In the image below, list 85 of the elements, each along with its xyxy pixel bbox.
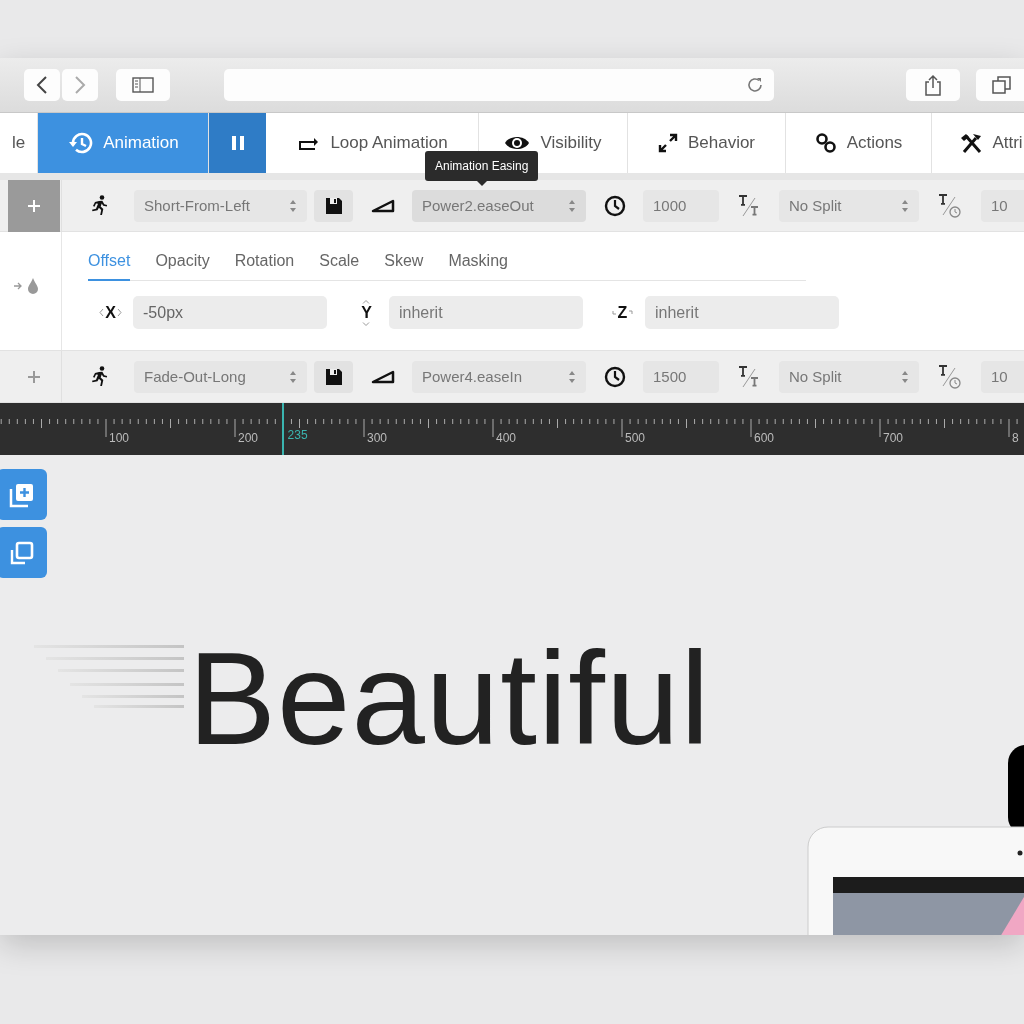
updown-arrows-icon — [289, 369, 297, 384]
ruler-label: 700 — [883, 431, 904, 445]
easing-select[interactable]: Power2.easeOut — [412, 189, 586, 222]
text-split-icon — [737, 364, 761, 389]
axis-label: Z — [617, 304, 628, 321]
property-tab[interactable]: Offset — [88, 249, 131, 281]
updown-arrows-icon — [289, 198, 297, 213]
tools-icon — [960, 132, 983, 154]
easing-curve-icon — [370, 369, 395, 384]
ruler-label: 300 — [367, 431, 388, 445]
headline-text: Beautiful — [188, 633, 711, 765]
property-tab[interactable]: Opacity — [155, 249, 210, 281]
save-button[interactable] — [314, 189, 353, 222]
tooltip-pointer-icon — [476, 181, 487, 186]
tabs-button[interactable] — [976, 69, 1024, 101]
offset-input[interactable]: -50px — [133, 296, 327, 329]
stagger-input[interactable]: 10 — [981, 360, 1024, 393]
updown-arrows-icon — [568, 198, 576, 213]
overlapping-squares-icon — [992, 75, 1012, 95]
caret-down-icon — [362, 321, 371, 326]
pause-icon — [230, 135, 245, 151]
caret-up-icon — [362, 299, 371, 304]
ruler-label: 8 — [1012, 431, 1019, 445]
offset-input[interactable]: inherit — [645, 296, 839, 329]
ruler-label: 400 — [496, 431, 517, 445]
history-icon — [67, 131, 94, 155]
split-select[interactable]: No Split — [779, 189, 919, 222]
tooltip: Animation Easing — [425, 151, 539, 181]
ruler-label: 100 — [109, 431, 130, 445]
expand-icon — [657, 133, 678, 153]
axis-label: X — [105, 304, 116, 321]
animation-select[interactable]: Fade-Out-Long — [134, 360, 307, 393]
easing-select[interactable]: Power4.easeIn — [412, 360, 586, 393]
updown-arrows-icon — [568, 369, 576, 384]
loop-icon — [296, 135, 321, 151]
caret-right-icon — [116, 308, 122, 317]
text-delay-icon — [937, 363, 963, 390]
duration-input[interactable]: 1500 — [643, 360, 719, 393]
sidebar-button[interactable] — [116, 69, 170, 101]
ruler-label: 600 — [754, 431, 775, 445]
corner-bracket-icon — [628, 310, 634, 315]
pause-button[interactable] — [209, 113, 266, 173]
plus-icon — [27, 198, 41, 213]
share-icon — [924, 74, 942, 96]
back-button[interactable] — [24, 69, 60, 101]
timeline-ruler[interactable]: 100 200 235 300 400 500 600 700 8 — [0, 403, 1024, 455]
add-button[interactable] — [8, 179, 60, 232]
easing-curve-icon — [370, 198, 395, 213]
axis-label: Y — [361, 304, 372, 321]
playhead-label: 235 — [287, 428, 308, 442]
corner-bracket-icon — [611, 310, 617, 315]
property-tab[interactable]: Masking — [448, 249, 508, 281]
share-button[interactable] — [906, 69, 960, 101]
chevron-left-icon — [36, 75, 48, 95]
split-select[interactable]: No Split — [779, 360, 919, 393]
clock-icon — [603, 365, 626, 388]
duplicate-button[interactable] — [0, 527, 47, 578]
sidebar-icon — [132, 77, 154, 93]
clock-icon — [603, 194, 626, 217]
arrow-icon — [13, 281, 23, 291]
save-button[interactable] — [314, 360, 353, 393]
text-split-icon — [737, 193, 761, 218]
animation-select[interactable]: Short-From-Left — [134, 189, 307, 222]
property-tab[interactable]: Scale — [319, 249, 360, 281]
stagger-input[interactable]: 10 — [981, 189, 1024, 222]
duplicate-icon — [9, 539, 35, 566]
eye-icon — [504, 135, 531, 151]
ruler-label: 200 — [238, 431, 259, 445]
editor-tab[interactable]: le — [0, 113, 38, 173]
chevron-right-icon — [74, 75, 86, 95]
text-delay-icon — [937, 192, 963, 219]
droplet-icon — [27, 277, 39, 295]
add-layer-button[interactable] — [0, 469, 47, 520]
updown-arrows-icon — [901, 198, 909, 213]
ruler-label: 500 — [625, 431, 646, 445]
offset-input[interactable]: inherit — [389, 296, 583, 329]
property-tab[interactable]: Rotation — [234, 249, 295, 281]
plus-icon — [27, 369, 41, 384]
chain-link-icon — [814, 132, 837, 154]
duration-input[interactable]: 1000 — [643, 189, 719, 222]
editor-tab[interactable]: Animation — [38, 113, 209, 173]
updown-arrows-icon — [901, 369, 909, 384]
property-tab[interactable]: Skew — [384, 249, 424, 281]
caret-left-icon — [99, 308, 105, 317]
reload-icon — [746, 76, 764, 94]
